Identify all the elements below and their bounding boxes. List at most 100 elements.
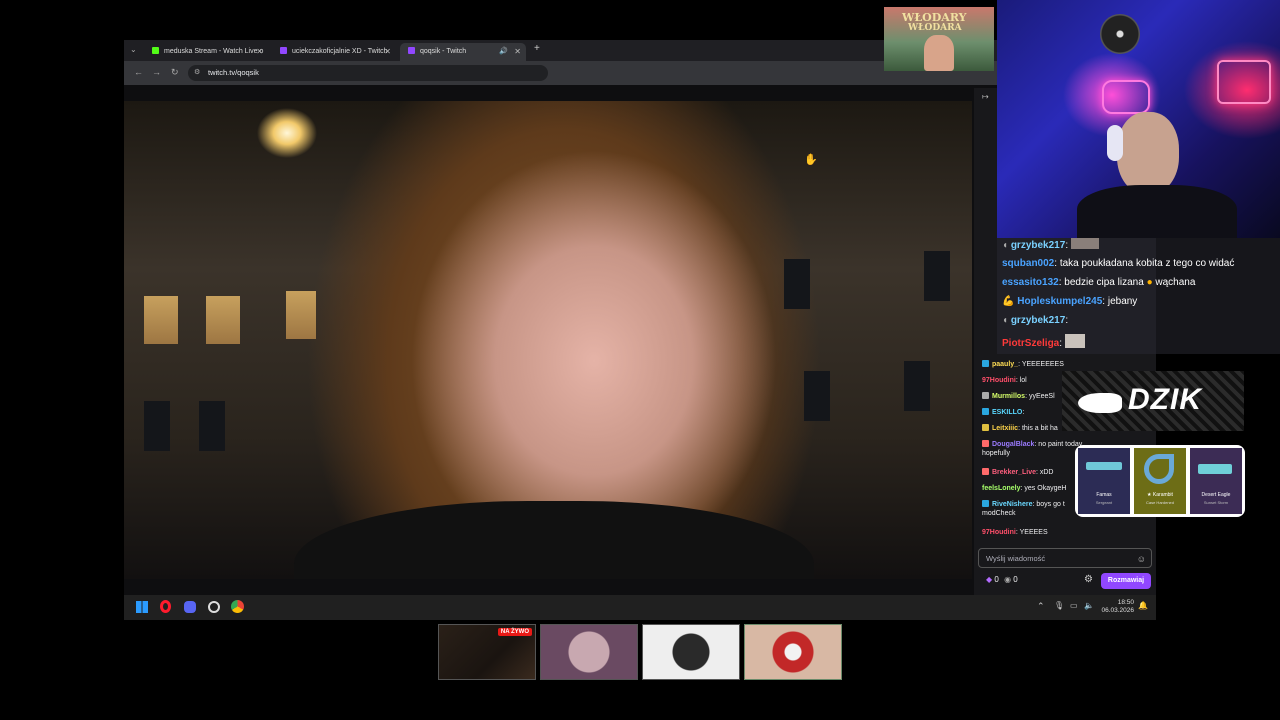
vinyl-record-icon	[1100, 14, 1140, 54]
poster-figure	[924, 35, 954, 71]
thumbnail-avatar[interactable]	[642, 624, 740, 680]
clock-date: 06.03.2026	[1101, 607, 1134, 614]
badge-icon	[982, 468, 989, 475]
mouse-cursor-icon: ✋	[804, 154, 818, 166]
overlay-chat-line: squban002: taka poukładana kobita z tego…	[1002, 258, 1235, 269]
karambit-icon	[1144, 454, 1174, 484]
chat-user[interactable]: 97Houdini	[982, 529, 1016, 536]
url-input[interactable]: ⚙ twitch.tv/qoqsik	[188, 65, 548, 81]
points-b: 0	[1013, 575, 1018, 584]
badge-icon: ◖	[1002, 315, 1009, 326]
collapse-chat-icon[interactable]: ↦	[982, 92, 989, 101]
boar-icon	[1078, 393, 1122, 413]
chrome-icon[interactable]	[231, 600, 244, 613]
thumbnail-avatar[interactable]	[744, 624, 842, 680]
skin-sub: Sergeant	[1095, 500, 1113, 505]
tab-label: meduska Stream - Watch Live o	[164, 48, 264, 55]
kick-favicon-icon	[152, 47, 159, 54]
wlodary-poster: WŁODARY WŁODARA	[884, 7, 994, 71]
badge-icon	[982, 440, 989, 447]
building-window	[784, 259, 810, 309]
new-tab-button[interactable]: +	[534, 43, 540, 54]
channel-points[interactable]: ◆ 0 ◉ 0	[986, 575, 1018, 584]
site-info-icon[interactable]: ⚙	[194, 65, 200, 81]
overlay-chat-user: grzybek217	[1010, 240, 1066, 251]
opera-icon[interactable]	[160, 600, 171, 613]
chat-text: this a bit ha	[1021, 425, 1058, 432]
overlay-chat-text: bedzie cipa lizana	[1064, 277, 1144, 288]
windows-start-icon[interactable]	[136, 601, 148, 613]
tab-meduska[interactable]: meduska Stream - Watch Live o ✕	[144, 43, 268, 61]
skin-card: ★ Karambit Case Hardened	[1134, 448, 1186, 514]
streamer-head	[1117, 112, 1179, 194]
points-a: 0	[994, 575, 999, 584]
building-window	[286, 291, 316, 339]
badge-icon: 💪	[1002, 296, 1015, 307]
tray-chevron-icon[interactable]: ⌃	[1037, 601, 1045, 612]
reload-icon[interactable]: ↻	[171, 67, 179, 78]
chat-input[interactable]: Wyślij wiadomość ☺	[978, 548, 1152, 568]
stream-video[interactable]: ✋	[124, 101, 972, 579]
tab-search-icon[interactable]: ⌄	[130, 45, 137, 54]
overlay-chat-text: taka poukładana kobita z tego co widać	[1059, 258, 1235, 269]
back-icon[interactable]: ←	[134, 67, 143, 77]
emote-icon	[1070, 238, 1099, 249]
dzik-sponsor-banner: DZIK	[1062, 371, 1244, 431]
volume-icon[interactable]: 🔈	[1084, 601, 1094, 610]
clock[interactable]: 18:50 06.03.2026	[1100, 599, 1134, 615]
thumbnail-avatar[interactable]	[540, 624, 638, 680]
building-window	[144, 401, 170, 451]
overlay-chat-text: wąchana	[1155, 277, 1196, 288]
chat-user[interactable]: feelsLonely	[982, 485, 1021, 492]
building-window	[199, 401, 225, 451]
points-icon: ◉	[1004, 575, 1012, 584]
close-tab-icon[interactable]: ✕	[384, 43, 391, 61]
chat-user[interactable]: DougalBlack	[992, 441, 1034, 448]
building-window	[804, 371, 830, 421]
chat-user[interactable]: Leitxiiic	[992, 425, 1018, 432]
network-icon[interactable]: ▭	[1070, 601, 1078, 610]
discord-icon[interactable]	[184, 601, 196, 613]
neon-sign-left	[1102, 80, 1150, 114]
forward-icon[interactable]: →	[152, 67, 161, 77]
microphone-icon[interactable]: 🎙	[1054, 601, 1064, 610]
chat-user[interactable]: 97Houdini	[982, 377, 1016, 384]
notifications-icon[interactable]: 🔔	[1138, 601, 1148, 610]
chat-user[interactable]: Brekker_Live	[992, 469, 1036, 476]
skin-name: ★ Karambit	[1147, 492, 1173, 498]
thumbnail-live[interactable]: NA ŻYWO	[438, 624, 536, 680]
poster-subtitle: WŁODARA	[908, 23, 962, 33]
building-window	[206, 296, 240, 344]
badge-icon	[982, 392, 989, 399]
emote-icon: ●	[1146, 277, 1153, 288]
chat-user[interactable]: paauly_	[992, 361, 1018, 368]
chat-text: YEEEES	[1019, 529, 1048, 536]
tab-qoqsik[interactable]: qoqsik - Twitch 🔊 ✕	[400, 43, 526, 61]
overlay-chat-line: ◖ grzybek217:	[1002, 238, 1099, 252]
overlay-chat-user: PiotrSzeliga	[1002, 338, 1060, 349]
headphones	[1107, 125, 1123, 161]
skin-name: Famas	[1096, 492, 1112, 498]
emote-picker-icon[interactable]: ☺	[1137, 549, 1146, 569]
dzik-logo-text: DZIK	[1128, 383, 1202, 416]
chat-user[interactable]: ESKILLO	[992, 409, 1022, 416]
close-tab-icon[interactable]: ✕	[256, 43, 263, 61]
chat-settings-icon[interactable]: ⚙	[1084, 574, 1093, 585]
overlay-chat-user: grzybek217	[1010, 315, 1066, 326]
chat-input-placeholder: Wyślij wiadomość	[986, 554, 1046, 563]
badge-icon	[982, 500, 989, 507]
badge-icon	[982, 360, 989, 367]
overlay-chat-text: jebany	[1107, 296, 1138, 307]
twitch-favicon-icon	[280, 47, 287, 54]
tab-uciekczak[interactable]: uciekczakoficjalnie XD - Twitch ✕	[272, 43, 396, 61]
overlay-chat-user: Hopleskumpel245	[1017, 296, 1103, 307]
chat-send-button[interactable]: Rozmawiaj	[1101, 573, 1151, 589]
chat-user[interactable]: Murmillos	[992, 393, 1025, 400]
close-tab-icon[interactable]: ✕	[514, 43, 521, 61]
app-icon[interactable]	[208, 601, 220, 613]
skin-sub: Case Hardened	[1145, 500, 1175, 505]
badge-icon	[982, 424, 989, 431]
streamer-body	[1077, 185, 1237, 238]
chat-user[interactable]: RiveNishere	[992, 501, 1032, 508]
speaker-icon[interactable]: 🔊	[499, 43, 508, 61]
